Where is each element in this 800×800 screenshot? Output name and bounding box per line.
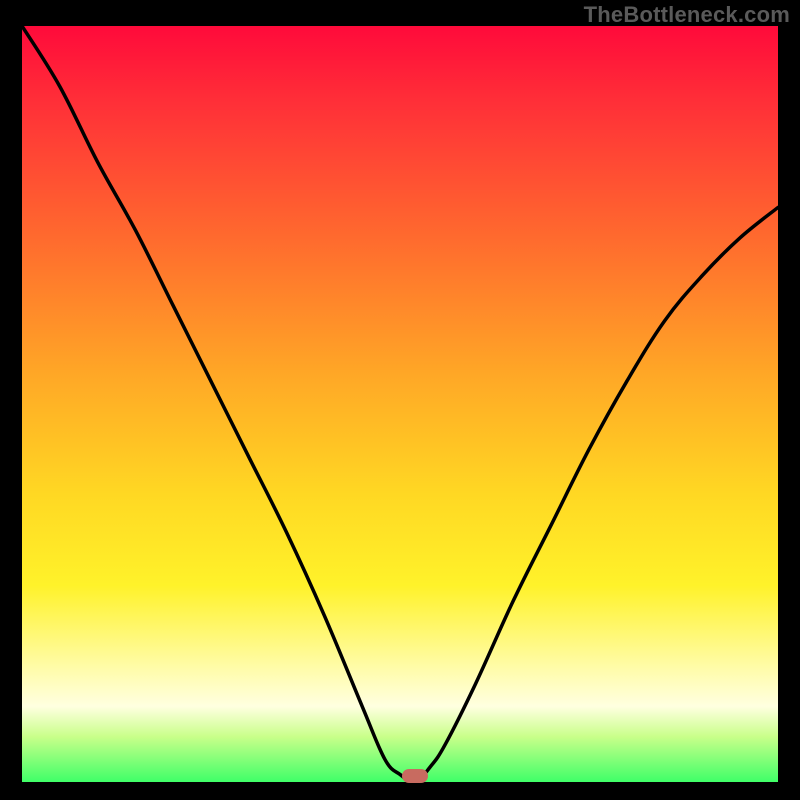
- chart-frame: TheBottleneck.com: [0, 0, 800, 800]
- plot-area: [22, 26, 778, 782]
- optimal-point-marker: [402, 769, 428, 783]
- watermark-text: TheBottleneck.com: [584, 2, 790, 28]
- bottleneck-curve: [22, 26, 778, 782]
